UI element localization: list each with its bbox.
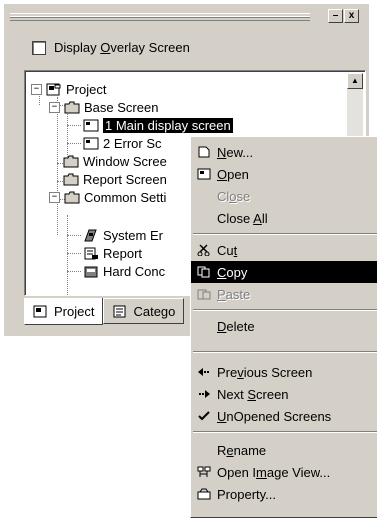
tree-item-main-display-screen[interactable]: 1 Main display screen xyxy=(83,116,233,134)
folder-icon xyxy=(64,191,80,204)
screen-icon xyxy=(83,119,99,132)
close-button[interactable]: x xyxy=(344,9,359,23)
menu-separator xyxy=(193,351,377,353)
menu-item-rename[interactable]: Rename xyxy=(191,439,377,461)
menu-separator xyxy=(193,309,377,311)
panel-tabs: Project Catego xyxy=(24,298,185,325)
folder-icon xyxy=(63,173,79,186)
checkmark-icon xyxy=(191,410,217,422)
image-view-icon xyxy=(191,466,217,478)
scroll-up-button[interactable]: ▲ xyxy=(347,73,363,89)
menu-item-open-image-view[interactable]: Open Image View... xyxy=(191,461,377,483)
tree-item-label: 1 Main display screen xyxy=(103,117,233,133)
menu-separator xyxy=(193,233,377,235)
menu-item-unopened-screens[interactable]: UnOpened Screens xyxy=(191,405,377,427)
collapse-toggle[interactable]: − xyxy=(31,83,42,95)
menu-item-label: Paste xyxy=(217,286,251,302)
tree-item-report[interactable]: Report xyxy=(83,244,142,262)
tree-item-label: 2 Error Sc xyxy=(103,135,162,151)
menu-item-label: New... xyxy=(217,144,254,160)
tree-item-hard-conc[interactable]: Hard Conc xyxy=(83,262,165,280)
tree-item-label: Common Setti xyxy=(84,189,167,205)
tree-item-system-error[interactable]: System Er xyxy=(83,226,163,244)
menu-item-label: Cut xyxy=(217,242,238,258)
menu-item-label: Rename xyxy=(217,442,267,458)
collapse-toggle[interactable]: − xyxy=(49,101,60,113)
menu-item-cut[interactable]: Cut xyxy=(191,239,377,261)
menu-item-label: Close All xyxy=(217,210,268,226)
folder-icon xyxy=(63,155,79,168)
scissors-icon xyxy=(191,244,217,256)
menu-item-label: Open Image View... xyxy=(217,464,331,480)
tree-item-common-settings[interactable]: − Common Setti xyxy=(49,188,166,206)
project-icon xyxy=(46,83,62,96)
menu-item-label: Property... xyxy=(217,486,277,502)
display-overlay-checkbox[interactable]: Display Overlay Screen xyxy=(32,40,190,55)
report-icon xyxy=(83,247,99,260)
copy-icon xyxy=(191,266,217,278)
context-menu: New... Open Close Close All Cut Copy Pas… xyxy=(190,136,377,518)
tree-item-label: Report Screen xyxy=(83,171,167,187)
arrow-right-icon xyxy=(191,388,217,400)
tree-item-project[interactable]: − Project xyxy=(31,80,106,98)
tree-item-label: Hard Conc xyxy=(103,263,166,279)
hardware-icon xyxy=(83,265,99,278)
tree-item-window-screen[interactable]: Window Scree xyxy=(63,152,167,170)
tree-item-report-screen[interactable]: Report Screen xyxy=(63,170,167,188)
menu-item-next-screen[interactable]: Next Screen xyxy=(191,383,377,405)
tree-item-label: Base Screen xyxy=(84,99,159,115)
menu-separator xyxy=(193,431,377,433)
menu-item-paste[interactable]: Paste xyxy=(191,283,377,305)
menu-item-delete[interactable]: Delete xyxy=(191,315,377,337)
menu-item-label: Next Screen xyxy=(217,386,289,402)
checkbox-label: Display Overlay Screen xyxy=(54,40,190,55)
menu-item-open[interactable]: Open xyxy=(191,163,377,185)
panel-grip[interactable] xyxy=(10,13,310,21)
menu-item-label: Copy xyxy=(217,264,248,280)
tree-item-error-screen[interactable]: 2 Error Sc xyxy=(83,134,162,152)
tab-project[interactable]: Project xyxy=(24,298,104,325)
folder-icon xyxy=(64,101,80,114)
paste-icon xyxy=(191,288,217,300)
new-icon xyxy=(191,146,217,158)
checkbox-box[interactable] xyxy=(32,40,46,55)
menu-item-close[interactable]: Close xyxy=(191,185,377,207)
tree-item-label: Project xyxy=(66,81,107,97)
menu-item-copy[interactable]: Copy xyxy=(191,261,377,283)
menu-item-label: Previous Screen xyxy=(217,364,313,380)
category-icon xyxy=(112,305,128,318)
menu-item-label: UnOpened Screens xyxy=(217,408,332,424)
menu-item-property[interactable]: Property... xyxy=(191,483,377,505)
minimize-button[interactable]: – xyxy=(328,9,343,23)
tab-category[interactable]: Catego xyxy=(103,298,185,324)
screen-icon xyxy=(83,137,99,150)
menu-item-close-all[interactable]: Close All xyxy=(191,207,377,229)
tree-item-base-screen[interactable]: − Base Screen xyxy=(49,98,158,116)
menu-item-label: Delete xyxy=(217,318,255,334)
tree-item-label: System Er xyxy=(103,227,163,243)
menu-item-label: Open xyxy=(217,166,249,182)
project-icon xyxy=(33,305,49,318)
tree-item-label: Report xyxy=(103,245,143,261)
tab-label: Catego xyxy=(133,303,176,319)
open-icon xyxy=(191,168,217,180)
collapse-toggle[interactable]: − xyxy=(49,191,60,203)
property-icon xyxy=(191,488,217,500)
menu-item-previous-screen[interactable]: Previous Screen xyxy=(191,361,377,383)
tree-item-label: Window Scree xyxy=(83,153,167,169)
system-icon xyxy=(83,229,99,242)
tab-label: Project xyxy=(54,303,95,319)
arrow-left-icon xyxy=(191,366,217,378)
menu-item-new[interactable]: New... xyxy=(191,141,377,163)
menu-item-label: Close xyxy=(217,188,251,204)
